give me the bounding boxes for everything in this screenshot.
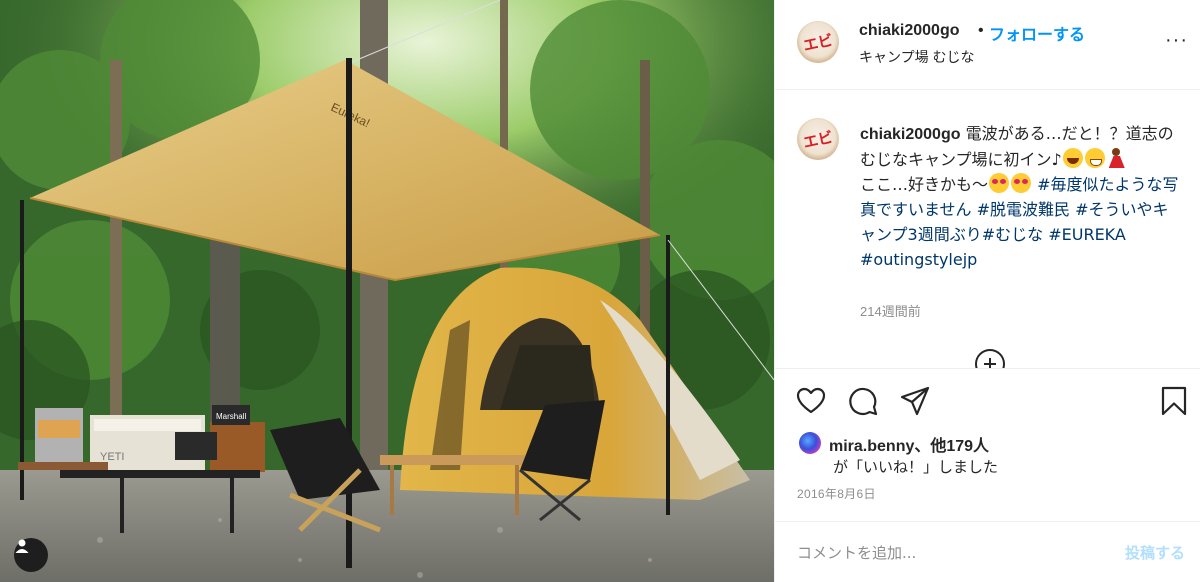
camp-scene-image: Eureka! YETI Marshall	[0, 0, 774, 582]
liker-avatar[interactable]	[799, 432, 821, 454]
comments-section: エビ chiaki2000go 電波がある…だと！？道志のむじなキャンプ場に初イ…	[775, 91, 1200, 368]
user-icon	[15, 539, 29, 553]
author-username[interactable]: chiaki2000go	[859, 22, 960, 40]
hashtag-link[interactable]: #outingstylejp	[860, 250, 977, 269]
load-more-comments-button[interactable]	[975, 349, 1005, 368]
caption-author-avatar[interactable]: エビ	[797, 118, 839, 160]
post-photo[interactable]: Eureka! YETI Marshall	[0, 0, 774, 582]
liker-username[interactable]: mira.benny	[829, 438, 914, 455]
post-comment-button[interactable]: 投稿する	[1125, 542, 1185, 563]
more-options-icon[interactable]: ···	[1165, 30, 1188, 50]
dancer-emoji-icon	[1107, 148, 1127, 168]
post-location[interactable]: キャンプ場 むじな	[859, 47, 974, 67]
post-actions: mira.benny、他179人 が「いいね！」しました 2016年8月6日 コ…	[775, 368, 1200, 582]
comment-bubble-icon[interactable]	[847, 385, 879, 417]
plus-icon	[984, 358, 996, 368]
author-avatar[interactable]: エビ	[797, 21, 839, 63]
hashtag-link[interactable]: #むじな	[982, 225, 1043, 244]
heart-eyes-emoji-icon	[1011, 173, 1032, 193]
cooler-brand-label: YETI	[100, 451, 124, 463]
post-date[interactable]: 2016年8月6日	[797, 485, 876, 502]
likes-count[interactable]: 、他179人	[914, 438, 989, 455]
comment-input[interactable]: コメントを追加...	[797, 542, 916, 563]
caption-username[interactable]: chiaki2000go	[860, 126, 961, 143]
save-bookmark-icon[interactable]	[1158, 385, 1190, 417]
header-separator: •	[978, 22, 984, 39]
follow-button[interactable]: フォローする	[989, 21, 1085, 45]
post-header: エビ chiaki2000go • フォローする キャンプ場 むじな ···	[775, 0, 1200, 90]
hashtag-link[interactable]: #脱電波難民	[977, 200, 1070, 219]
hashtag-link[interactable]: #EUREKA	[1048, 225, 1126, 244]
laughing-emoji-icon	[1062, 148, 1083, 168]
heart-eyes-emoji-icon	[989, 173, 1010, 193]
likes-line-2: が「いいね！」しました	[833, 458, 999, 476]
post-side-panel: エビ chiaki2000go • フォローする キャンプ場 むじな ··· エ…	[774, 0, 1200, 582]
share-send-icon[interactable]	[899, 385, 931, 417]
grinning-emoji-icon	[1084, 148, 1105, 168]
add-comment-bar: コメントを追加... 投稿する	[775, 521, 1200, 582]
post-caption: chiaki2000go 電波がある…だと！？道志のむじなキャンプ場に初イン♪ …	[860, 121, 1180, 272]
tagged-users-button[interactable]	[14, 538, 48, 572]
box-brand-label: Marshall	[216, 412, 246, 421]
likes-line-1: mira.benny、他179人	[829, 432, 989, 456]
like-heart-icon[interactable]	[795, 385, 827, 417]
caption-time-ago: 214週間前	[860, 304, 921, 319]
caption-text-2: ここ…好きかも〜	[860, 175, 989, 194]
